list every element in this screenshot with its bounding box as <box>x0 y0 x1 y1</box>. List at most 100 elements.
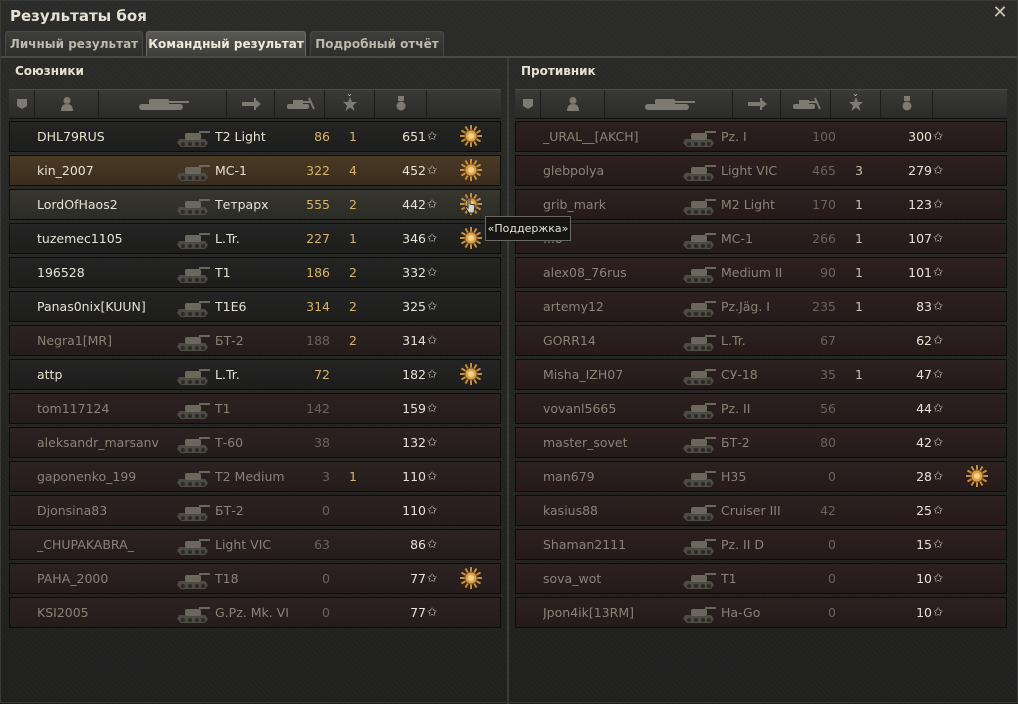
player-row[interactable]: ...oМС-12661107✩ <box>515 223 1007 254</box>
player-row[interactable]: Misha_IZH07 СУ-18 35 1 47 ✩ <box>515 359 1007 390</box>
header-damage[interactable] <box>227 90 275 118</box>
player-name: kasius88 <box>543 503 599 518</box>
player-row[interactable]: tom117124 T1 142 159 ✩ <box>9 393 501 424</box>
tab-team-result[interactable]: Командный результат <box>146 31 306 56</box>
header-player[interactable] <box>541 90 605 118</box>
header-medal[interactable] <box>375 90 427 118</box>
player-row[interactable]: sova_wot T1 0 10 ✩ <box>515 563 1007 594</box>
vehicle-name: T1 <box>215 265 231 280</box>
xp-value: 42 <box>916 435 932 450</box>
xp-value: 279 <box>908 163 932 178</box>
header-medal[interactable] <box>881 90 933 118</box>
player-row[interactable]: DHL79RUS T2 Light 86 1 651 ✩ <box>9 121 501 152</box>
player-row[interactable]: kin_2007 МС-1 322 4 452 ✩ <box>9 155 501 186</box>
player-row[interactable]: Djonsina83 БТ-2 0 110 ✩ <box>9 495 501 526</box>
xp-value: 62 <box>916 333 932 348</box>
player-name: glebpolya <box>543 163 605 178</box>
player-row[interactable]: artemy12 Pz.Jäg. I 235 1 83 ✩ <box>515 291 1007 322</box>
star-icon: ✩ <box>427 231 438 245</box>
player-row[interactable]: alex08_76rus Medium II 90 1 101 ✩ <box>515 257 1007 288</box>
medal-icon[interactable] <box>457 156 483 185</box>
medal-icon[interactable] <box>963 462 989 491</box>
vehicle-icon <box>175 326 211 355</box>
header-kills[interactable] <box>781 90 831 118</box>
player-row[interactable]: 196528 T1 186 2 332 ✩ <box>9 257 501 288</box>
player-name: LordOfHaos2 <box>37 197 118 212</box>
medal-icon[interactable] <box>457 122 483 151</box>
xp-value: 101 <box>908 265 932 280</box>
player-row[interactable]: tuzemec1105 L.Tr. 227 1 346 ✩ <box>9 223 501 254</box>
damage-value: 555 <box>306 197 330 212</box>
vehicle-icon <box>681 122 717 151</box>
header-tank[interactable] <box>605 90 733 118</box>
vehicle-icon <box>681 564 717 593</box>
player-row[interactable]: LordOfHaos2 Тетрарх 555 2 442 ✩ <box>9 189 501 220</box>
vehicle-name: T1 <box>215 401 231 416</box>
xp-value: 44 <box>916 401 932 416</box>
header-damage[interactable] <box>733 90 781 118</box>
kills-value: 2 <box>349 333 357 348</box>
star-icon: ✩ <box>933 605 944 619</box>
kills-value: 1 <box>349 231 357 246</box>
damage-value: 266 <box>812 231 836 246</box>
player-row[interactable]: Jpon4ik[13RM] Ha-Go 0 10 ✩ <box>515 597 1007 628</box>
header-player[interactable] <box>35 90 99 118</box>
medal-icon[interactable] <box>457 360 483 389</box>
header-tank[interactable] <box>99 90 227 118</box>
vehicle-icon <box>681 598 717 627</box>
star-icon: ✩ <box>427 163 438 177</box>
vehicle-name: Тетрарх <box>215 197 269 212</box>
medal-icon[interactable] <box>457 224 483 253</box>
star-icon: ✩ <box>427 299 438 313</box>
player-row[interactable]: _CHUPAKABRA_ Light VIC 63 86 ✩ <box>9 529 501 560</box>
kills-value <box>340 530 366 559</box>
damage-value: 67 <box>820 333 836 348</box>
player-row[interactable]: Negra1[MR] БТ-2 188 2 314 ✩ <box>9 325 501 356</box>
player-row[interactable]: master_sovet БТ-2 80 42 ✩ <box>515 427 1007 458</box>
star-icon: ✩ <box>427 571 438 585</box>
kills-value <box>846 326 872 355</box>
player-name: Panas0nix[KUUN] <box>37 299 146 314</box>
header-platoon[interactable] <box>9 90 35 118</box>
vehicle-name: L.Tr. <box>721 333 746 348</box>
vehicle-name: БТ-2 <box>215 333 244 348</box>
star-icon: ✩ <box>933 197 944 211</box>
kills-value <box>846 598 872 627</box>
damage-value: 35 <box>820 367 836 382</box>
kills-value: 2 <box>349 265 357 280</box>
allies-panel: Союзники ⌄ DHL79RUS T2 Light 86 1 651 ✩ kin_20… <box>3 59 505 704</box>
player-name: grib_mark <box>543 197 606 212</box>
damage-value: 0 <box>322 571 330 586</box>
player-name: GORR14 <box>543 333 596 348</box>
player-row[interactable]: Panas0nix[KUUN] T1E6 314 2 325 ✩ <box>9 291 501 322</box>
player-row[interactable]: gaponenko_199 T2 Medium 3 1 110 ✩ <box>9 461 501 492</box>
vehicle-name: БТ-2 <box>215 503 244 518</box>
header-platoon[interactable] <box>515 90 541 118</box>
player-row[interactable]: kasius88 Cruiser III 42 25 ✩ <box>515 495 1007 526</box>
player-row[interactable]: Shaman2111 Pz. II D 0 15 ✩ <box>515 529 1007 560</box>
close-icon[interactable]: ✕ <box>991 4 1009 22</box>
player-row[interactable]: KSI2005 G.Pz. Mk. VI 0 77 ✩ <box>9 597 501 628</box>
player-row[interactable]: grib_mark M2 Light 170 1 123 ✩ <box>515 189 1007 220</box>
player-row[interactable]: vovanl5665 Pz. II 56 44 ✩ <box>515 393 1007 424</box>
tab-personal-result[interactable]: Личный результат <box>5 31 143 56</box>
vehicle-icon <box>681 224 717 253</box>
player-row[interactable]: attp L.Tr. 72 182 ✩ <box>9 359 501 390</box>
player-row[interactable]: glebpolya Light VIC 465 3 279 ✩ <box>515 155 1007 186</box>
vehicle-name: Т-60 <box>215 435 244 450</box>
header-xp-star[interactable]: ⌄ <box>325 89 375 118</box>
medal-icon[interactable] <box>457 564 483 593</box>
xp-value: 325 <box>402 299 426 314</box>
star-icon: ✩ <box>427 265 438 279</box>
player-row[interactable]: GORR14 L.Tr. 67 62 ✩ <box>515 325 1007 356</box>
damage-value: 322 <box>306 163 330 178</box>
player-row[interactable]: aleksandr_marsanv Т-60 38 132 ✩ <box>9 427 501 458</box>
xp-value: 77 <box>410 571 426 586</box>
header-xp-star[interactable]: ⌄ <box>831 89 881 118</box>
player-name: attp <box>37 367 63 382</box>
player-row[interactable]: man679 H35 0 28 ✩ <box>515 461 1007 492</box>
player-row[interactable]: PAHA_2000 T18 0 77 ✩ <box>9 563 501 594</box>
header-kills[interactable] <box>275 90 325 118</box>
tab-detailed-report[interactable]: Подробный отчёт <box>310 31 444 56</box>
player-row[interactable]: _URAL__[AKCH] Pz. I 100 300 ✩ <box>515 121 1007 152</box>
